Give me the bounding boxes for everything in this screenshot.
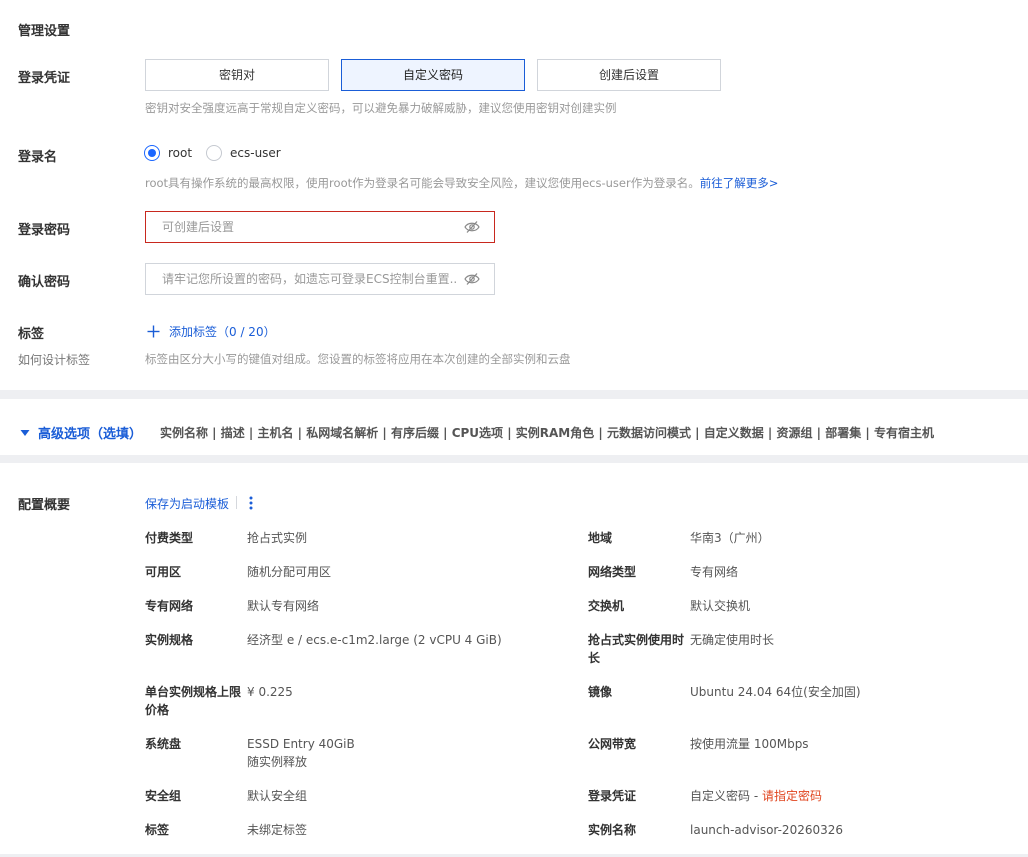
tags-label: 标签 [18,327,45,342]
summary-label: 付费类型 [145,531,194,545]
credential-option-keypair[interactable]: 密钥对 [145,59,329,91]
summary-label: 网络类型 [588,565,637,579]
summary-value: 经济型 e / ecs.e-c1m2.large (2 vCPU 4 GiB) [247,633,502,647]
caret-down-icon [20,429,30,436]
summary-label: 单台实例规格上限价格 [145,685,242,717]
credential-option-set-later[interactable]: 创建后设置 [537,59,721,91]
summary-label: 镜像 [588,685,613,699]
password-field [145,211,495,243]
login-name-hint: root具有操作系统的最高权限，使用root作为登录名可能会导致安全风险，建议您… [145,175,778,191]
summary-label: 实例规格 [145,633,194,647]
summary-value: 华南3（广州） [690,531,770,545]
summary-value: 自定义密码 - 请指定密码 [690,787,822,805]
summary-label: 安全组 [145,789,182,803]
more-vertical-icon[interactable] [249,496,253,510]
management-settings-panel: 管理设置 登录凭证 密钥对 自定义密码 创建后设置 密钥对安全强度远高于常规自定… [0,0,1028,390]
summary-value: 未绑定标签 [247,823,308,837]
advanced-options-title: 高级选项（选填） [38,427,143,442]
summary-actions: 保存为启动模板 [145,495,229,512]
summary-label: 交换机 [588,599,625,613]
confirm-password-label: 确认密码 [18,275,71,290]
advanced-options-items: 实例名称 | 描述 | 主机名 | 私网域名解析 | 有序后缀 | CPU选项 … [160,426,934,440]
login-name-label: 登录名 [18,150,58,165]
summary-label: 地域 [588,531,613,545]
summary-value: ESSD Entry 40GiB [247,737,355,751]
learn-more-link[interactable]: 前往了解更多> [700,176,779,190]
how-to-design-tags: 如何设计标签 [18,353,91,367]
credential-label: 登录凭证 [18,71,71,86]
credential-value: 自定义密码 - [690,789,762,803]
summary-value: 专有网络 [690,565,739,579]
summary-value: Ubuntu 24.04 64位(安全加固) [690,685,861,699]
summary-label: 公网带宽 [588,737,637,751]
summary-value: 按使用流量 100Mbps [690,737,809,751]
summary-title: 配置概要 [18,498,71,513]
summary-value: launch-advisor-20260326 [690,823,844,837]
summary-value: ¥ 0.225 [247,685,293,699]
plus-icon [147,325,160,338]
summary-label: 标签 [145,823,170,837]
login-name-hint-text: root具有操作系统的最高权限，使用root作为登录名可能会导致安全风险，建议您… [145,176,700,190]
password-input[interactable] [147,213,457,241]
tags-hint: 标签由区分大小写的键值对组成。您设置的标签将应用在本次创建的全部实例和云盘 [145,352,571,366]
summary-label: 可用区 [145,565,182,579]
credential-warning: 请指定密码 [761,789,822,803]
credential-hint: 密钥对安全强度远高于常规自定义密码，可以避免暴力破解威胁，建议您使用密钥对创建实… [145,101,617,115]
summary-value: 抢占式实例 [247,531,308,545]
section-title: 管理设置 [18,24,71,39]
confirm-password-input[interactable] [147,265,457,293]
radio-label: ecs-user [230,146,281,160]
radio-label: root [168,146,193,160]
summary-label: 专有网络 [145,599,194,613]
summary-label: 抢占式实例使用时长 [588,633,685,665]
summary-value: 默认交换机 [690,599,751,613]
summary-value: 无确定使用时长 [690,633,775,647]
divider [236,496,237,509]
credential-option-custom-password[interactable]: 自定义密码 [341,59,525,91]
summary-value-secondary: 随实例释放 [247,755,308,769]
add-tag-label: 添加标签（0 / 20） [169,325,276,339]
confirm-password-field [145,263,495,295]
save-as-template-link[interactable]: 保存为启动模板 [145,497,229,511]
radio-unchecked-icon [206,145,222,161]
password-label: 登录密码 [18,223,71,238]
summary-value: 默认专有网络 [247,599,320,613]
summary-label: 登录凭证 [588,789,637,803]
advanced-options-panel: 高级选项（选填） 实例名称 | 描述 | 主机名 | 私网域名解析 | 有序后缀… [0,399,1028,455]
config-summary-panel: 配置概要 保存为启动模板 付费类型 抢占式实例 可用区 随机分配可用区 专有网络… [0,463,1028,854]
summary-label: 实例名称 [588,823,637,837]
eye-off-icon[interactable] [464,220,480,234]
summary-value: 默认安全组 [247,789,308,803]
login-name-radio-root[interactable]: root [144,145,192,161]
login-name-radio-ecs-user[interactable]: ecs-user [206,145,281,161]
eye-off-icon[interactable] [464,272,480,286]
radio-checked-icon [144,145,160,161]
summary-value: 随机分配可用区 [247,565,332,579]
summary-label: 系统盘 [145,737,182,751]
advanced-options-toggle[interactable]: 高级选项（选填） [20,423,142,442]
add-tag-button[interactable]: 添加标签（0 / 20） [147,323,276,340]
